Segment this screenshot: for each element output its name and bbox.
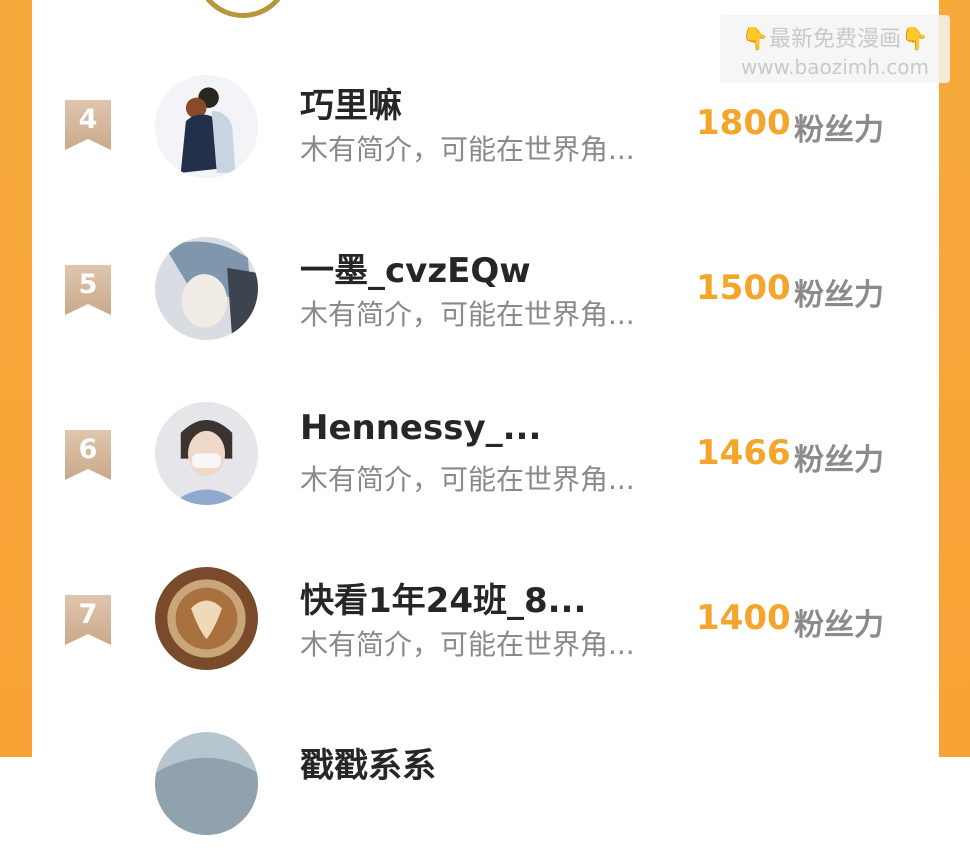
pointing-down-icon: 👇 — [741, 27, 769, 52]
avatar[interactable] — [155, 402, 258, 505]
rank-badge: 5 — [65, 265, 111, 315]
left-frame — [0, 0, 32, 757]
list-item[interactable]: 戳戳系系 — [32, 720, 939, 850]
avatar[interactable] — [155, 75, 258, 178]
avatar[interactable] — [155, 237, 258, 340]
fan-score-unit: 粉丝力 — [794, 608, 884, 643]
user-name[interactable]: 戳戳系系 — [300, 738, 436, 787]
list-item[interactable]: 6 Hennessy_... 木有简介，可能在世界角... 1466 粉丝力 — [32, 390, 939, 520]
rank-number: 6 — [78, 434, 98, 465]
fan-score-unit: 粉丝力 — [794, 113, 884, 148]
user-name[interactable]: 一墨_cvzEQw — [300, 243, 531, 292]
user-description: 木有简介，可能在世界角... — [300, 463, 635, 496]
leaderboard-panel: 4 巧里嘛 木有简介，可能在世界角... 1800 粉丝力 5 一墨_cvzEQ… — [32, 0, 939, 835]
watermark-url: www.baozimh.com — [740, 55, 930, 79]
user-description: 木有简介，可能在世界角... — [300, 298, 635, 331]
user-name[interactable]: 巧里嘛 — [300, 78, 402, 127]
fan-score-unit: 粉丝力 — [794, 278, 884, 313]
watermark-line1: 👇最新免费漫画👇 — [720, 21, 950, 53]
list-item[interactable]: 7 快看1年24班_8... 木有简介，可能在世界角... 1400 粉丝力 — [32, 555, 939, 685]
rank-badge: 4 — [65, 100, 111, 150]
avatar-image — [155, 237, 258, 340]
fan-score: 1466 — [696, 433, 791, 473]
fan-score: 1400 — [696, 598, 791, 638]
user-name[interactable]: 快看1年24班_8... — [300, 573, 586, 622]
list-item[interactable]: 5 一墨_cvzEQw 木有简介，可能在世界角... 1500 粉丝力 — [32, 225, 939, 355]
avatar-ring-partial — [195, 0, 291, 18]
pointing-down-icon: 👇 — [901, 27, 929, 52]
avatar-image — [155, 402, 258, 505]
fan-score: 1800 — [696, 103, 791, 143]
right-frame — [939, 0, 970, 757]
avatar-image — [155, 75, 258, 178]
fan-score: 1500 — [696, 268, 791, 308]
rank-number: 4 — [78, 104, 98, 135]
rank-number: 7 — [78, 599, 98, 630]
rank-badge: 7 — [65, 595, 111, 645]
watermark: 👇最新免费漫画👇 www.baozimh.com — [720, 15, 950, 83]
avatar[interactable] — [155, 732, 258, 835]
user-name[interactable]: Hennessy_... — [300, 408, 541, 448]
avatar-image — [155, 567, 258, 670]
rank-badge: 6 — [65, 430, 111, 480]
user-description: 木有简介，可能在世界角... — [300, 628, 635, 661]
rank-number: 5 — [78, 269, 98, 300]
fan-score-unit: 粉丝力 — [794, 443, 884, 478]
watermark-text: 最新免费漫画 — [768, 27, 901, 52]
avatar[interactable] — [155, 567, 258, 670]
avatar-image — [155, 732, 258, 835]
user-description: 木有简介，可能在世界角... — [300, 133, 635, 166]
